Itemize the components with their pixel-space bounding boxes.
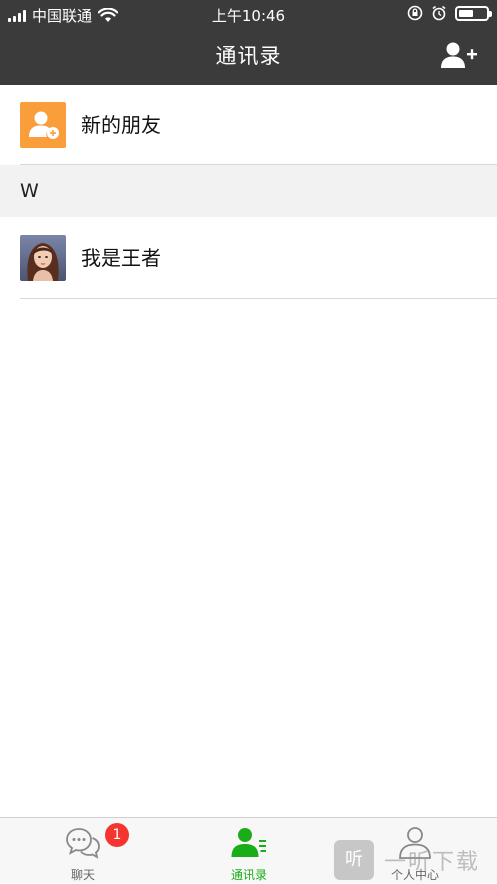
tab-chat-label: 聊天 xyxy=(70,868,95,882)
row-divider xyxy=(20,298,497,299)
rotation-lock-icon xyxy=(407,5,423,21)
contact-list: 新的朋友 W 我是王者 xyxy=(0,85,497,299)
nav-bar: 通讯录 xyxy=(0,28,497,85)
tab-chat[interactable]: 1 聊天 xyxy=(0,818,166,884)
section-header-w: W xyxy=(0,165,497,217)
add-contact-icon[interactable] xyxy=(439,40,479,72)
tab-contacts-label: 通讯录 xyxy=(230,868,267,882)
tab-profile-label: 个人中心 xyxy=(390,868,439,882)
battery-icon xyxy=(455,5,492,21)
new-friends-label: 新的朋友 xyxy=(81,113,161,137)
contact-name: 我是王者 xyxy=(81,246,161,270)
status-right xyxy=(407,5,492,21)
alarm-icon xyxy=(432,5,446,21)
new-friends-row[interactable]: 新的朋友 xyxy=(0,85,497,165)
unread-badge: 1 xyxy=(105,823,129,847)
status-bar: 中国联通 上午10:46 xyxy=(0,0,497,28)
battery-fill xyxy=(459,9,474,17)
tab-bar: 1 聊天 通讯录 个人中心 xyxy=(0,817,497,883)
chat-icon xyxy=(66,828,100,859)
contact-row[interactable]: 我是王者 xyxy=(0,217,497,299)
contacts-icon xyxy=(231,828,266,857)
profile-icon xyxy=(399,827,431,859)
tab-profile[interactable]: 个人中心 xyxy=(332,818,497,884)
contact-avatar xyxy=(20,235,66,281)
tab-contacts[interactable]: 通讯录 xyxy=(166,818,332,884)
new-friends-icon xyxy=(20,102,66,148)
page-title: 通讯录 xyxy=(215,44,282,68)
section-letter: W xyxy=(20,180,39,202)
